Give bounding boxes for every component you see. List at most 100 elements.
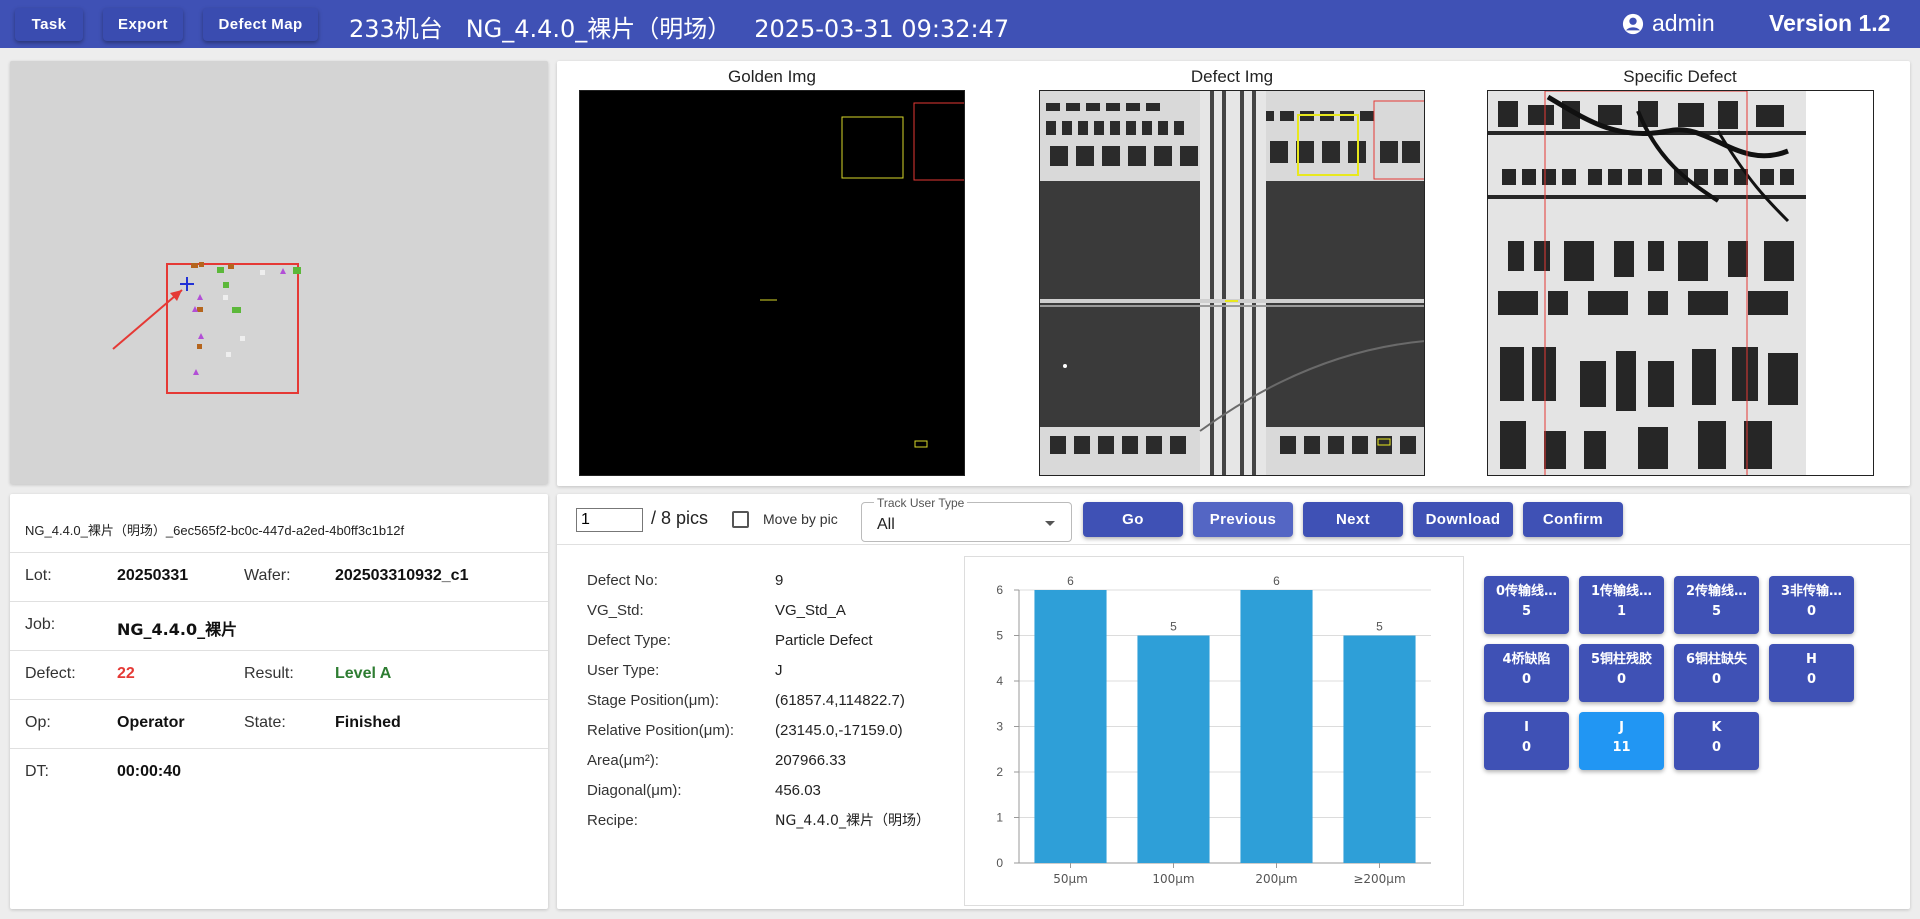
category-count: 0 bbox=[1521, 672, 1532, 687]
category-count: 11 bbox=[1612, 740, 1631, 755]
download-button[interactable]: Download bbox=[1413, 502, 1513, 537]
category-name: 4桥缺陷 bbox=[1502, 652, 1551, 667]
defect-point bbox=[293, 267, 301, 274]
x-tick-label: 100μm bbox=[1152, 872, 1194, 886]
job-label: Job: bbox=[25, 616, 56, 633]
category-count: 0 bbox=[1521, 740, 1532, 755]
category-button[interactable]: 0传输线… 5 bbox=[1484, 576, 1569, 634]
move-by-pic-checkbox[interactable] bbox=[732, 511, 749, 528]
category-name: 6铜柱缺失 bbox=[1685, 652, 1748, 667]
category-name: K bbox=[1711, 720, 1722, 735]
defect-point bbox=[226, 352, 231, 357]
user-menu[interactable]: admin bbox=[1622, 10, 1715, 37]
defect-point bbox=[223, 295, 228, 300]
confirm-button[interactable]: Confirm bbox=[1523, 502, 1623, 537]
category-count: 5 bbox=[1711, 604, 1722, 619]
defect-point bbox=[192, 306, 198, 312]
info-row-defect: Defect: 22 Result: Level A bbox=[10, 650, 548, 699]
category-button[interactable]: 6铜柱缺失 0 bbox=[1674, 644, 1759, 702]
detail-label: Defect Type: bbox=[587, 632, 671, 649]
result-label: Result: bbox=[244, 665, 294, 682]
category-count: 0 bbox=[1806, 604, 1817, 619]
image-filename: NG_4.4.0_裸片（明场）_6ec565f2-bc0c-447d-a2ed-… bbox=[25, 523, 405, 538]
previous-button[interactable]: Previous bbox=[1193, 502, 1293, 537]
category-count: 5 bbox=[1521, 604, 1532, 619]
category-button[interactable]: 5铜柱残胶 0 bbox=[1579, 644, 1664, 702]
defect-size-chart: 0 1 2 3 4 5 6 6 50μm 5 100μm 6 200μm 5 ≥200μm bbox=[964, 556, 1464, 906]
divider bbox=[557, 544, 1910, 545]
chart-svg: 0 1 2 3 4 5 6 6 50μm 5 100μm 6 200μm 5 ≥200μm bbox=[996, 574, 1431, 886]
lot-label: Lot: bbox=[25, 567, 52, 584]
category-name: 1传输线… bbox=[1590, 584, 1653, 599]
defect-point bbox=[199, 262, 204, 267]
op-label: Op: bbox=[25, 714, 51, 731]
dt-label: DT: bbox=[25, 763, 49, 780]
category-button[interactable]: H0 bbox=[1769, 644, 1854, 702]
category-count: 1 bbox=[1616, 604, 1627, 619]
category-name: 2传输线… bbox=[1685, 584, 1748, 599]
category-button[interactable]: 1传输线… 1 bbox=[1579, 576, 1664, 634]
category-name: I bbox=[1524, 720, 1529, 735]
defect-map-button[interactable]: Defect Map bbox=[203, 8, 318, 41]
defect-point bbox=[240, 336, 245, 341]
detail-label: Relative Position(μm): bbox=[587, 722, 735, 739]
wafer-map-panel[interactable] bbox=[10, 61, 548, 484]
defect-no-value: 9 bbox=[775, 572, 784, 589]
category-name: H bbox=[1806, 652, 1817, 667]
category-name: J bbox=[1619, 720, 1624, 735]
x-tick-label: ≥200μm bbox=[1353, 872, 1405, 886]
selected-defect-marker bbox=[180, 277, 194, 291]
go-button[interactable]: Go bbox=[1083, 502, 1183, 537]
wafer-info-panel: NG_4.4.0_裸片（明场）_6ec565f2-bc0c-447d-a2ed-… bbox=[10, 494, 548, 909]
defect-type-value: Particle Defect bbox=[775, 632, 873, 649]
next-button[interactable]: Next bbox=[1303, 502, 1403, 537]
category-count: 0 bbox=[1806, 672, 1817, 687]
defect-image[interactable] bbox=[1039, 90, 1425, 476]
page-total: / 8 pics bbox=[651, 508, 709, 528]
category-button[interactable]: 3非传输… 0 bbox=[1769, 576, 1854, 634]
y-tick-label: 3 bbox=[996, 720, 1003, 734]
page-number-input[interactable] bbox=[576, 508, 643, 532]
y-tick-label: 1 bbox=[996, 811, 1003, 825]
relative-position-value: (23145.0,-17159.0) bbox=[775, 722, 903, 739]
defect-point bbox=[197, 344, 202, 349]
defect-images-panel: Golden Img Defect Img Specific Defect bbox=[557, 61, 1910, 486]
chevron-down-icon bbox=[1045, 521, 1055, 526]
task-button[interactable]: Task bbox=[15, 8, 83, 41]
version-label: Version 1.2 bbox=[1769, 10, 1891, 36]
category-button[interactable]: I0 bbox=[1484, 712, 1569, 770]
category-count: 0 bbox=[1711, 672, 1722, 687]
defect-point bbox=[223, 282, 229, 288]
bar bbox=[1137, 635, 1210, 863]
detail-label: Recipe: bbox=[587, 812, 638, 829]
defect-point bbox=[280, 268, 286, 274]
category-button[interactable]: 4桥缺陷 0 bbox=[1484, 644, 1569, 702]
detail-label: Area(μm²): bbox=[587, 752, 659, 769]
info-row-lot: Lot: 20250331 Wafer: 202503310932_c1 bbox=[10, 552, 548, 601]
op-value: Operator bbox=[117, 714, 185, 731]
defect-point bbox=[191, 263, 198, 268]
track-user-type-value: All bbox=[877, 516, 895, 533]
defect-point bbox=[193, 369, 199, 375]
category-button[interactable]: K0 bbox=[1674, 712, 1759, 770]
wafer-label: Wafer: bbox=[244, 567, 291, 584]
category-button[interactable]: 2传输线… 5 bbox=[1674, 576, 1759, 634]
bar-data-label: 6 bbox=[1067, 574, 1074, 588]
y-tick-label: 6 bbox=[996, 583, 1003, 597]
defect-point bbox=[228, 264, 234, 269]
info-row-dt: DT: 00:00:40 bbox=[10, 748, 548, 797]
specific-defect-image[interactable] bbox=[1487, 90, 1874, 476]
export-button[interactable]: Export bbox=[103, 8, 183, 41]
detail-label: Diagonal(μm): bbox=[587, 782, 682, 799]
golden-image[interactable] bbox=[579, 90, 965, 476]
bar-data-label: 5 bbox=[1376, 620, 1383, 634]
track-user-type-label: Track User Type bbox=[874, 496, 968, 510]
defect-count: 22 bbox=[117, 665, 135, 682]
x-tick-label: 200μm bbox=[1255, 872, 1297, 886]
lot-value: 20250331 bbox=[117, 567, 189, 584]
defect-point bbox=[197, 294, 203, 300]
bar bbox=[1343, 635, 1416, 863]
track-user-type-select[interactable]: Track User Type All bbox=[861, 496, 1072, 542]
move-by-pic-label: Move by pic bbox=[763, 511, 838, 527]
category-button[interactable]: J 11 bbox=[1579, 712, 1664, 770]
